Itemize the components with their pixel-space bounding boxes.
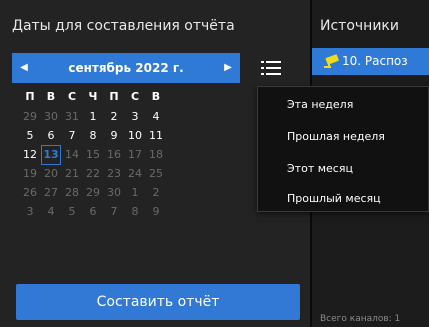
calendar-day[interactable]: 5 — [62, 202, 82, 222]
calendar-day[interactable]: 9 — [104, 126, 124, 146]
calendar-day[interactable]: 16 — [104, 145, 124, 165]
menu-item-last-week[interactable]: Прошлая неделя — [287, 130, 385, 143]
calendar-day[interactable]: 3 — [20, 202, 40, 222]
calendar-day[interactable]: 28 — [62, 183, 82, 203]
calendar-day[interactable]: 1 — [125, 183, 145, 203]
weekday-header: Ч — [88, 90, 98, 103]
source-item-label: 10. Распоз — [342, 54, 408, 68]
channels-count: Всего каналов: 1 — [320, 314, 401, 324]
calendar-day[interactable]: 4 — [146, 107, 166, 127]
sources-panel-title: Источники — [320, 18, 399, 34]
calendar-day[interactable]: 13 — [41, 145, 61, 165]
calendar-day[interactable]: 27 — [41, 183, 61, 203]
period-list-button[interactable] — [256, 53, 286, 83]
calendar-day[interactable]: 1 — [83, 107, 103, 127]
calendar-day[interactable]: 14 — [62, 145, 82, 165]
calendar-day[interactable]: 18 — [146, 145, 166, 165]
calendar-day[interactable]: 6 — [83, 202, 103, 222]
weekday-header: С — [130, 90, 140, 103]
calendar-day[interactable]: 3 — [125, 107, 145, 127]
calendar-day[interactable]: 8 — [83, 126, 103, 146]
menu-item-this-month[interactable]: Этот месяц — [287, 162, 353, 175]
weekday-header: П — [25, 90, 35, 103]
calendar-day[interactable]: 26 — [20, 183, 40, 203]
weekday-header: П — [109, 90, 119, 103]
calendar-day[interactable]: 25 — [146, 164, 166, 184]
calendar-day[interactable]: 21 — [62, 164, 82, 184]
calendar-day[interactable]: 15 — [83, 145, 103, 165]
calendar-day[interactable]: 7 — [62, 126, 82, 146]
period-menu: Эта неделя Прошлая неделя Этот месяц Про… — [257, 86, 429, 212]
calendar-day[interactable]: 7 — [104, 202, 124, 222]
calendar-day[interactable]: 20 — [41, 164, 61, 184]
calendar-day[interactable]: 2 — [104, 107, 124, 127]
weekday-header: В — [151, 90, 161, 103]
calendar-day[interactable]: 19 — [20, 164, 40, 184]
calendar-day[interactable]: 4 — [41, 202, 61, 222]
calendar-day[interactable]: 29 — [83, 183, 103, 203]
make-report-button[interactable]: Составить отчёт — [16, 284, 300, 320]
calendar-day[interactable]: 31 — [62, 107, 82, 127]
calendar-day[interactable]: 5 — [20, 126, 40, 146]
calendar-day[interactable]: 24 — [125, 164, 145, 184]
calendar-day[interactable]: 2 — [146, 183, 166, 203]
calendar-day[interactable]: 9 — [146, 202, 166, 222]
source-item-selected[interactable]: 10. Распоз — [312, 48, 429, 75]
calendar-day[interactable]: 30 — [104, 183, 124, 203]
weekday-header: В — [46, 90, 56, 103]
calendar-day[interactable]: 29 — [20, 107, 40, 127]
menu-item-this-week[interactable]: Эта неделя — [287, 98, 353, 111]
dates-panel-title: Даты для составления отчёта — [12, 18, 235, 34]
next-month-button[interactable]: ▶ — [216, 53, 240, 83]
month-navigator: ◀ сентябрь 2022 г. ▶ — [12, 53, 240, 83]
calendar-day[interactable]: 12 — [20, 145, 40, 165]
calendar-day[interactable]: 30 — [41, 107, 61, 127]
month-label: сентябрь 2022 г. — [68, 61, 184, 75]
menu-item-last-month[interactable]: Прошлый месяц — [287, 192, 381, 205]
calendar-day[interactable]: 11 — [146, 126, 166, 146]
calendar-day[interactable]: 23 — [104, 164, 124, 184]
calendar-day[interactable]: 6 — [41, 126, 61, 146]
calendar-day[interactable]: 8 — [125, 202, 145, 222]
list-icon — [261, 61, 281, 75]
calendar-day[interactable]: 10 — [125, 126, 145, 146]
weekday-header: С — [67, 90, 77, 103]
calendar-day[interactable]: 17 — [125, 145, 145, 165]
camera-icon — [324, 54, 339, 68]
calendar-day[interactable]: 22 — [83, 164, 103, 184]
